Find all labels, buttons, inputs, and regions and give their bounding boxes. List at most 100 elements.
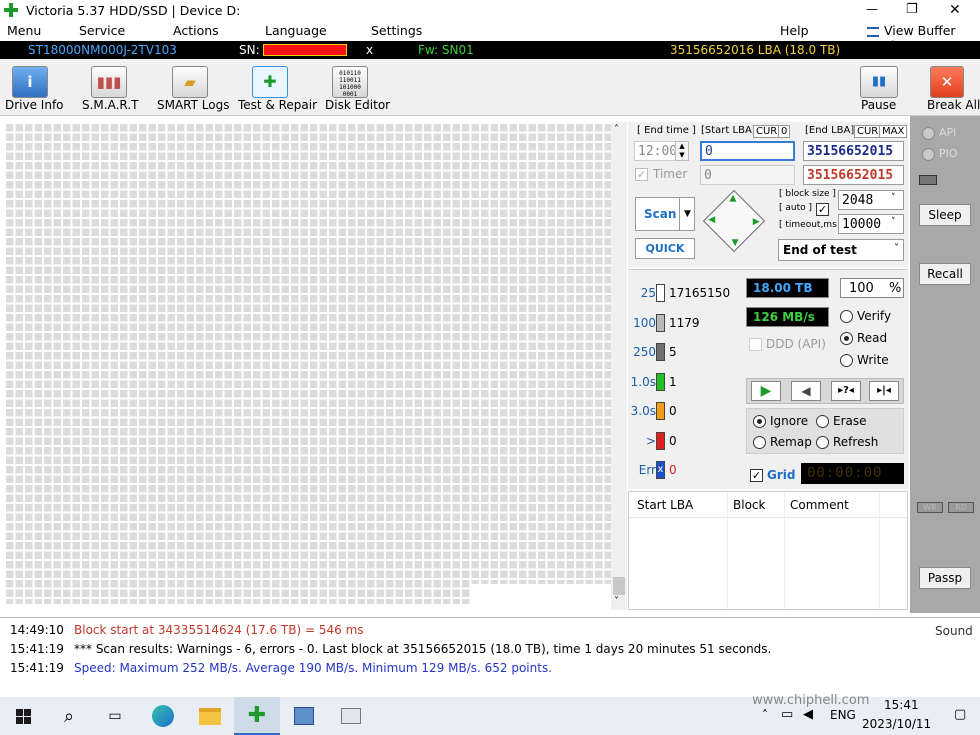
butterfly-icon[interactable]: ▸|◂ xyxy=(869,381,899,401)
play-icon[interactable]: ▶ xyxy=(751,381,781,401)
block-size-dropdown-icon[interactable]: ˅ xyxy=(891,193,896,203)
language-indicator[interactable]: ENG xyxy=(830,708,856,722)
passp-button[interactable]: Passp xyxy=(919,567,971,589)
navigation-pad[interactable]: ▲ ▶ ◀ ▼ xyxy=(702,189,766,253)
block-size-label: [ block size ] xyxy=(779,189,836,199)
app-icon xyxy=(4,3,18,17)
tray-chevron-icon[interactable]: ˄ xyxy=(762,708,768,722)
test-repair-button[interactable]: ✚ Test & Repair xyxy=(234,59,317,116)
search-icon[interactable]: ⌕ xyxy=(46,697,92,735)
end-of-test-select[interactable]: End of test ˅ xyxy=(778,239,904,261)
start-lba-label: [Start LBA] xyxy=(701,125,756,136)
task-view-icon[interactable]: ▭ xyxy=(92,697,138,735)
legend-label: Err xyxy=(638,463,656,477)
pio-radio[interactable] xyxy=(922,148,935,161)
timeout-dropdown-icon[interactable]: ˅ xyxy=(891,217,896,227)
edge-browser-icon[interactable] xyxy=(140,697,186,735)
write-radio[interactable] xyxy=(840,354,853,367)
cur-end-button[interactable]: CUR xyxy=(854,125,882,138)
scan-button[interactable]: Scan ▼ xyxy=(635,197,695,231)
legend-label: 100 xyxy=(633,315,656,330)
end-lba-field-2[interactable] xyxy=(803,165,904,185)
drive-model: ST18000NM000J-2TV103 xyxy=(28,43,177,57)
menu-service[interactable]: Service xyxy=(79,23,125,38)
arrow-right-icon[interactable]: ▶ xyxy=(753,217,760,227)
ignore-radio[interactable] xyxy=(753,415,766,428)
menu-actions[interactable]: Actions xyxy=(173,23,219,38)
file-explorer-icon[interactable] xyxy=(187,697,233,735)
legend-row: Err x 0 xyxy=(628,461,738,481)
break-all-button[interactable]: ✕ Break All xyxy=(924,59,980,116)
smart-button[interactable]: ▮▮▮ S.M.A.R.T xyxy=(76,59,146,116)
arrow-down-icon[interactable]: ▼ xyxy=(732,238,739,248)
refresh-radio[interactable] xyxy=(816,436,829,449)
grid-scrollbar[interactable]: ˄ ˅ xyxy=(611,122,627,610)
ignore-label: Ignore xyxy=(770,414,809,428)
quick-button[interactable]: QUICK xyxy=(635,238,695,259)
recall-button[interactable]: Recall xyxy=(919,263,971,285)
arrow-left-icon[interactable]: ◀ xyxy=(708,215,715,225)
maximize-button[interactable]: ❐ xyxy=(906,2,918,17)
list-icon xyxy=(867,27,879,37)
app-taskbar-icon[interactable] xyxy=(328,697,374,735)
legend-count: 0 xyxy=(669,404,677,418)
menu-help[interactable]: Help xyxy=(780,23,809,38)
api-radio[interactable] xyxy=(922,127,935,140)
reverse-icon[interactable]: ◀ xyxy=(791,381,821,401)
smart-logs-button[interactable]: ▰ SMART Logs xyxy=(152,59,229,116)
medkit-icon: ✚ xyxy=(252,66,288,98)
pio-label: PIO xyxy=(939,147,958,160)
legend-label: 1.0s xyxy=(630,374,656,389)
clock-time[interactable]: 15:41 xyxy=(884,698,919,712)
drive-info-button[interactable]: i Drive Info xyxy=(0,59,64,116)
end-lba-field[interactable] xyxy=(803,141,904,161)
header-block[interactable]: Block xyxy=(733,498,765,512)
zero-button[interactable]: 0 xyxy=(778,125,791,138)
scroll-up-icon[interactable]: ˄ xyxy=(614,124,619,135)
cur-button[interactable]: CUR xyxy=(753,125,781,138)
time-spinner[interactable]: ▲ ▼ xyxy=(675,141,689,161)
clock-date[interactable]: 2023/10/11 xyxy=(862,717,931,731)
device-manager-icon[interactable] xyxy=(281,697,327,735)
auto-label: [ auto ] xyxy=(779,203,812,213)
minimize-button[interactable]: — xyxy=(866,2,878,16)
header-comment[interactable]: Comment xyxy=(790,498,849,512)
disk-editor-button[interactable]: 010110 110011 101000 0001 Disk Editor xyxy=(320,59,390,116)
scroll-thumb[interactable] xyxy=(613,577,625,595)
grid-checkbox[interactable]: ✓ xyxy=(750,469,763,482)
arrow-up-icon[interactable]: ▲ xyxy=(729,194,736,204)
network-icon[interactable]: ▭ xyxy=(781,707,793,722)
grid-label: Grid xyxy=(767,468,796,482)
volume-icon[interactable]: ◀ xyxy=(803,707,813,722)
percent-display: 100 % xyxy=(840,278,904,298)
ddd-api-checkbox[interactable] xyxy=(749,338,762,351)
header-start-lba[interactable]: Start LBA xyxy=(637,498,693,512)
max-button[interactable]: MAX xyxy=(879,125,908,138)
close-button[interactable]: ✕ xyxy=(949,2,961,18)
sn-close[interactable]: x xyxy=(366,43,373,57)
start-lba-field[interactable] xyxy=(700,141,795,161)
menu-bar: Menu Service Actions Language Settings H… xyxy=(0,22,980,53)
pause-button[interactable]: ▮▮ Pause xyxy=(856,59,900,116)
windows-start-icon[interactable] xyxy=(0,697,46,735)
sleep-button[interactable]: Sleep xyxy=(919,204,971,226)
auto-checkbox[interactable]: ✓ xyxy=(816,203,829,216)
scan-dropdown[interactable]: ▼ xyxy=(679,198,695,230)
scroll-down-icon[interactable]: ˅ xyxy=(614,596,619,607)
read-radio[interactable] xyxy=(840,332,853,345)
legend-label: 250 xyxy=(633,345,656,359)
menu-settings[interactable]: Settings xyxy=(371,23,422,38)
log-panel: 14:49:10 Block start at 34335514624 (17.6… xyxy=(0,617,980,697)
remap-radio[interactable] xyxy=(753,436,766,449)
timer-field[interactable] xyxy=(700,165,795,185)
victoria-taskbar-icon[interactable]: ✚ xyxy=(234,697,280,735)
verify-radio[interactable] xyxy=(840,310,853,323)
menu-menu[interactable]: Menu xyxy=(7,23,41,38)
legend-row: >0 xyxy=(628,431,738,452)
chevron-down-icon: ˅ xyxy=(894,243,899,254)
erase-radio[interactable] xyxy=(816,415,829,428)
random-icon[interactable]: ▸?◂ xyxy=(831,381,861,401)
menu-language[interactable]: Language xyxy=(265,23,327,38)
timer-checkbox[interactable]: ✓ xyxy=(635,168,648,181)
notification-icon[interactable]: ▢ xyxy=(954,707,966,722)
